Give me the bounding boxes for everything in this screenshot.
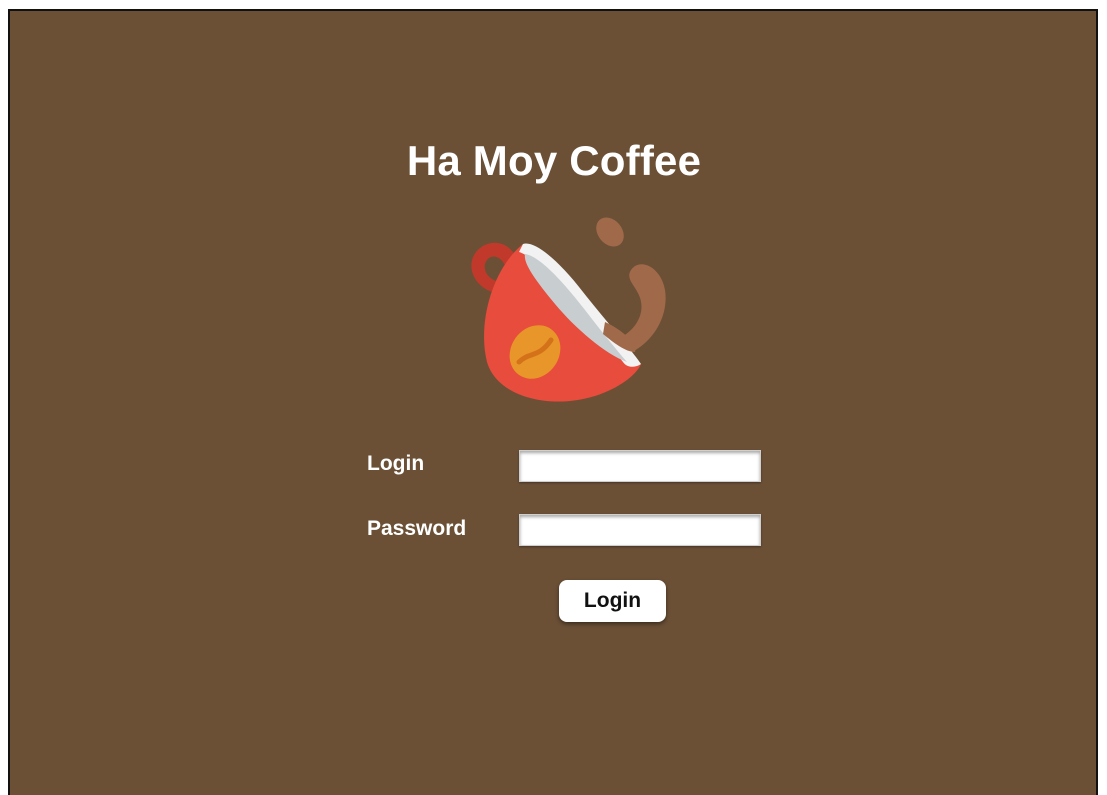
login-button[interactable]: Login bbox=[559, 580, 666, 622]
page-title: Ha Moy Coffee bbox=[406, 137, 702, 184]
login-input[interactable] bbox=[519, 450, 761, 482]
coffee-cup-icon bbox=[471, 217, 666, 402]
password-label: Password bbox=[367, 517, 467, 540]
password-input[interactable] bbox=[519, 514, 761, 546]
login-label: Login bbox=[367, 452, 425, 475]
